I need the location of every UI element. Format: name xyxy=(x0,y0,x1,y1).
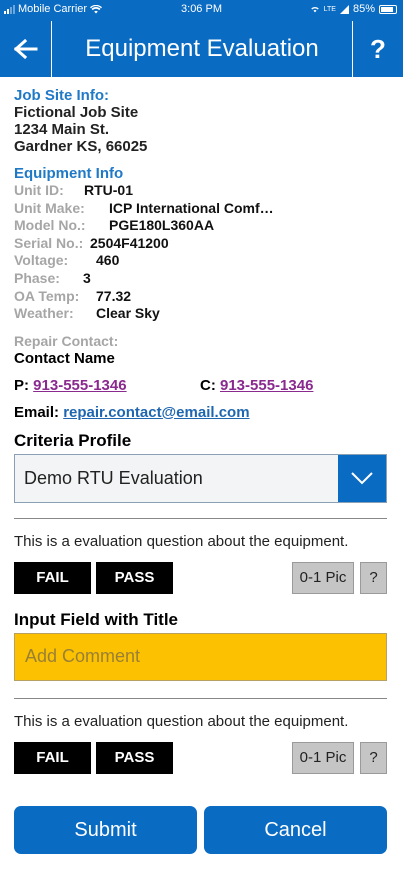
job-site-street: 1234 Main St. xyxy=(14,121,110,138)
status-bar: Mobile Carrier 3:06 PM LTE 85% xyxy=(0,0,403,21)
battery-icon xyxy=(379,4,397,14)
signal-triangle-icon xyxy=(339,4,349,14)
cell-link[interactable]: 913-555-1346 xyxy=(220,377,313,394)
phone-link[interactable]: 913-555-1346 xyxy=(33,377,126,394)
repair-contact-label: Repair Contact: xyxy=(14,332,119,349)
equip-row-oa-temp: OA Temp: 77.32 xyxy=(14,288,389,306)
page-title: Equipment Evaluation xyxy=(85,35,319,62)
equip-row-voltage: Voltage: 460 xyxy=(14,252,389,270)
fail-button[interactable]: FAIL xyxy=(14,741,91,774)
question-help-button[interactable]: ? xyxy=(360,561,387,594)
equip-value: RTU-01 xyxy=(84,182,134,198)
criteria-select[interactable]: Demo RTU Evaluation xyxy=(14,453,387,503)
photo-button[interactable]: 0-1 Pic xyxy=(292,741,354,774)
equip-label: Weather: xyxy=(14,305,74,322)
email-row: Email: repair.contact@email.com xyxy=(14,404,389,421)
criteria-dropdown-button[interactable] xyxy=(338,454,386,502)
equip-value: 460 xyxy=(96,252,120,269)
main-content: Job Site Info: Fictional Job Site 1234 M… xyxy=(14,87,389,774)
equip-value: 3 xyxy=(83,269,91,286)
equip-row-model: Model No.: PGE180L360AA xyxy=(14,217,389,235)
criteria-selected-value: Demo RTU Evaluation xyxy=(15,454,338,502)
job-site-heading: Job Site Info: xyxy=(14,87,109,104)
job-site-name: Fictional Job Site xyxy=(14,104,139,121)
equip-row-serial: Serial No.: 2504F41200 xyxy=(14,235,389,253)
question-actions: FAIL PASS 0-1 Pic ? xyxy=(14,741,387,774)
input-field-title: Input Field with Title xyxy=(14,609,179,629)
equip-label: Model No.: xyxy=(14,217,86,234)
battery-percent: 85% xyxy=(352,3,375,15)
equip-row-weather: Weather: Clear Sky xyxy=(14,305,389,323)
equip-row-unit-make: Unit Make: ICP International Comf… xyxy=(14,200,389,218)
equipment-heading: Equipment Info xyxy=(14,165,124,182)
cancel-button[interactable]: Cancel xyxy=(204,806,387,854)
question-actions: FAIL PASS 0-1 Pic ? xyxy=(14,561,387,594)
comment-field[interactable] xyxy=(14,632,387,681)
phone-row: P: 913-555-1346 C: 913-555-1346 xyxy=(14,377,389,394)
equip-label: Unit ID: xyxy=(14,182,64,198)
equip-label: Phase: xyxy=(14,269,60,286)
equip-value: Clear Sky xyxy=(96,305,160,322)
help-button[interactable]: ? xyxy=(352,21,403,77)
email-label: Email: xyxy=(14,403,60,421)
phone-label: P: xyxy=(14,376,29,394)
comment-input[interactable] xyxy=(25,646,386,668)
equip-value: 77.32 xyxy=(96,287,132,304)
submit-button[interactable]: Submit xyxy=(14,806,197,854)
chevron-down-icon xyxy=(351,472,373,485)
action-bar: Submit Cancel xyxy=(14,806,387,854)
equip-value: 2504F41200 xyxy=(90,234,169,251)
divider xyxy=(14,517,387,519)
criteria-heading: Criteria Profile xyxy=(14,430,132,450)
equip-label: Unit Make: xyxy=(14,199,85,216)
equip-label: OA Temp: xyxy=(14,287,80,304)
cell-label: C: xyxy=(200,376,216,394)
divider xyxy=(14,697,387,699)
wifi-icon xyxy=(310,6,319,13)
equip-value: PGE180L360AA xyxy=(109,217,215,234)
job-site-city: Gardner KS, 66025 xyxy=(14,138,148,155)
app-header: Equipment Evaluation ? xyxy=(0,21,403,77)
network-label: LTE xyxy=(323,5,336,13)
equip-row-unit-id: Unit ID: RTU-01 xyxy=(14,182,389,200)
repair-contact-name: Contact Name xyxy=(14,349,115,367)
back-arrow-icon xyxy=(13,39,37,59)
equip-label: Voltage: xyxy=(14,252,69,269)
pass-button[interactable]: PASS xyxy=(96,561,173,594)
back-button[interactable] xyxy=(0,21,52,77)
email-link[interactable]: repair.contact@email.com xyxy=(63,404,249,421)
photo-button[interactable]: 0-1 Pic xyxy=(292,561,354,594)
equip-value: ICP International Comf… xyxy=(109,199,274,216)
question-text: This is a evaluation question about the … xyxy=(14,712,349,730)
pass-button[interactable]: PASS xyxy=(96,741,173,774)
equip-row-phase: Phase: 3 xyxy=(14,270,389,288)
equip-label: Serial No.: xyxy=(14,234,84,251)
question-text: This is a evaluation question about the … xyxy=(14,532,349,550)
question-help-button[interactable]: ? xyxy=(360,741,387,774)
fail-button[interactable]: FAIL xyxy=(14,561,91,594)
